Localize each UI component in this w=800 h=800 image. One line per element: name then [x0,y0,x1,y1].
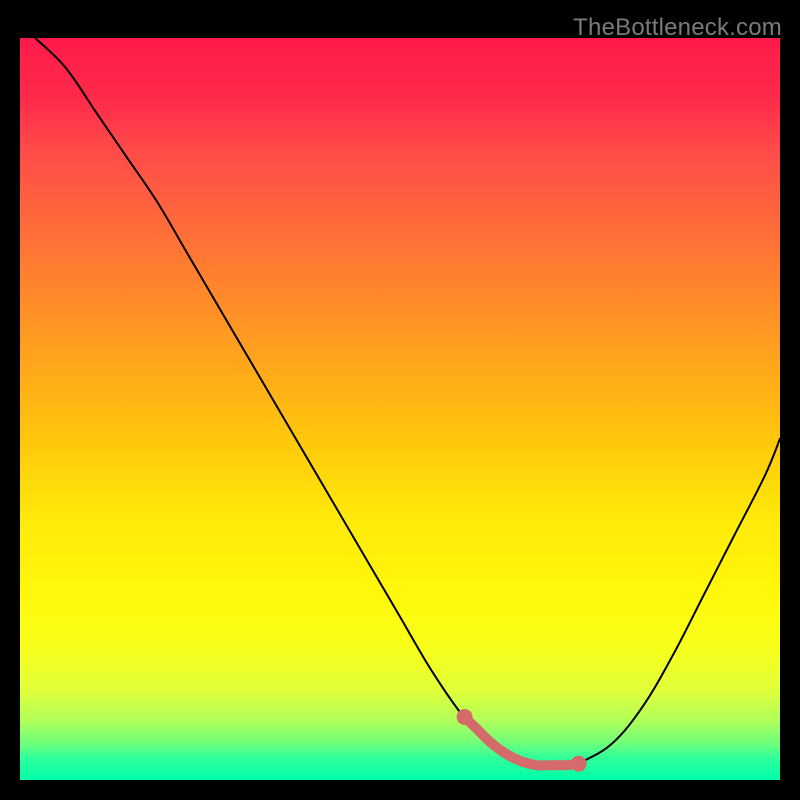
series-layer [35,38,780,766]
chart-area [18,38,782,782]
highlight-dot-right [571,756,587,772]
bottleneck-curve [35,38,780,766]
bottleneck-chart [20,38,780,780]
highlight-dot-left [457,709,473,725]
highlight-segment [465,717,579,766]
